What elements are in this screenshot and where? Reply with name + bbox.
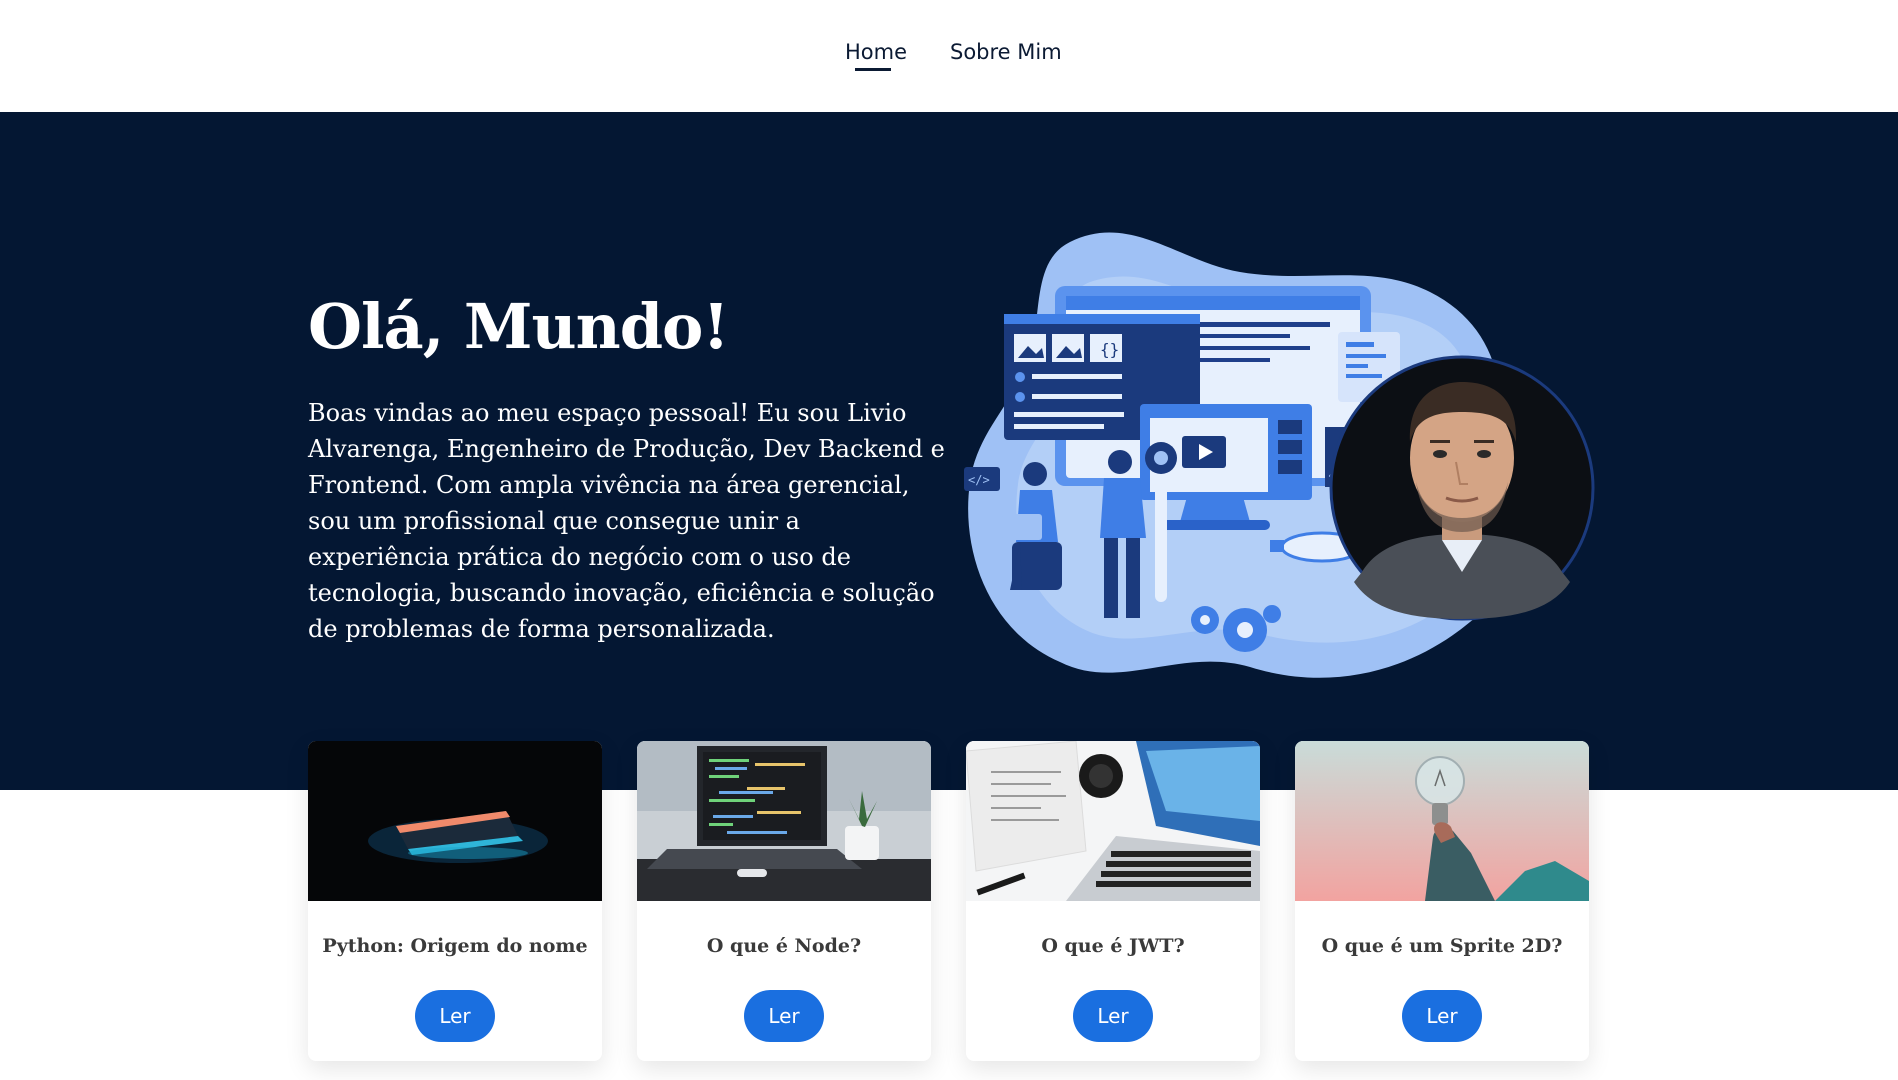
svg-text:{}: {} [1100, 340, 1119, 359]
read-button[interactable]: Ler [744, 990, 824, 1042]
article-card-node: O que é Node? Ler [637, 741, 931, 1061]
hero-title: Olá, Mundo! [308, 290, 730, 363]
laptop-desk-image [966, 741, 1260, 901]
lightbulb-image [1295, 741, 1589, 901]
read-button[interactable]: Ler [1402, 990, 1482, 1042]
nav-home-link[interactable]: Home [845, 40, 907, 64]
hero-section: Olá, Mundo! Boas vindas ao meu espaço pe… [0, 112, 1898, 790]
article-card-sprite: O que é um Sprite 2D? Ler [1295, 741, 1589, 1061]
article-card-title: O que é um Sprite 2D? [1321, 935, 1563, 957]
nav-active-underline [855, 68, 891, 71]
read-button[interactable]: Ler [1073, 990, 1153, 1042]
article-card-jwt: O que é JWT? Ler [966, 741, 1260, 1061]
article-card-title: Python: Origem do nome [322, 935, 588, 957]
nav-sobre-mim-link[interactable]: Sobre Mim [950, 40, 1062, 64]
article-card-title: O que é JWT? [1041, 935, 1185, 957]
svg-text:</>: </> [968, 473, 990, 487]
article-cards: Python: Origem do nome Ler O que é Node?… [308, 741, 1589, 1061]
laptop-neon-image [308, 741, 602, 901]
article-card-title: O que é Node? [706, 935, 862, 957]
read-button[interactable]: Ler [415, 990, 495, 1042]
developer-illustration: {} </> [964, 232, 1595, 678]
laptop-code-image [637, 741, 931, 901]
top-nav: Home Sobre Mim [0, 0, 1898, 112]
profile-photo [1329, 355, 1595, 621]
hero-description: Boas vindas ao meu espaço pessoal! Eu so… [308, 399, 945, 643]
article-card-python: Python: Origem do nome Ler [308, 741, 602, 1061]
